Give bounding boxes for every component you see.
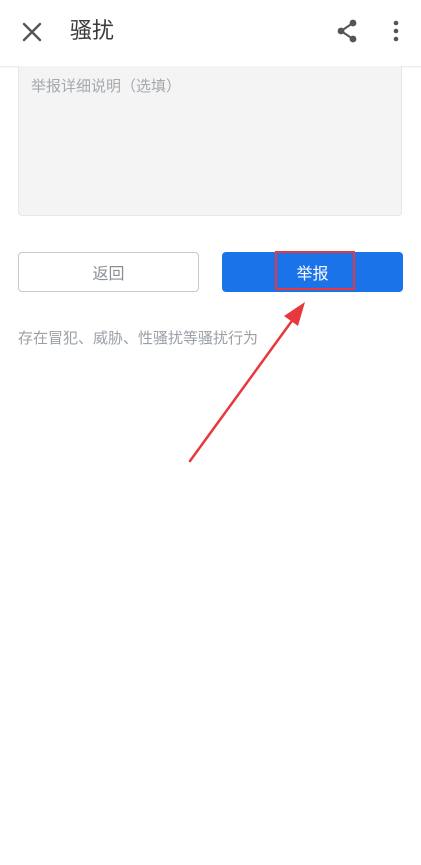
share-button[interactable] <box>330 14 364 48</box>
more-options-button[interactable] <box>382 14 410 48</box>
share-icon <box>337 19 357 43</box>
report-button[interactable]: 举报 <box>222 252 403 292</box>
more-vert-icon <box>393 20 399 42</box>
app-bar: 骚扰 <box>0 0 421 67</box>
close-button[interactable] <box>14 14 50 50</box>
back-button[interactable]: 返回 <box>18 252 199 292</box>
details-textarea-container <box>18 66 402 216</box>
page-title: 骚扰 <box>70 19 115 44</box>
close-icon <box>22 22 42 42</box>
category-description: 存在冒犯、威胁、性骚扰等骚扰行为 <box>18 329 259 347</box>
details-textarea[interactable] <box>19 66 401 215</box>
